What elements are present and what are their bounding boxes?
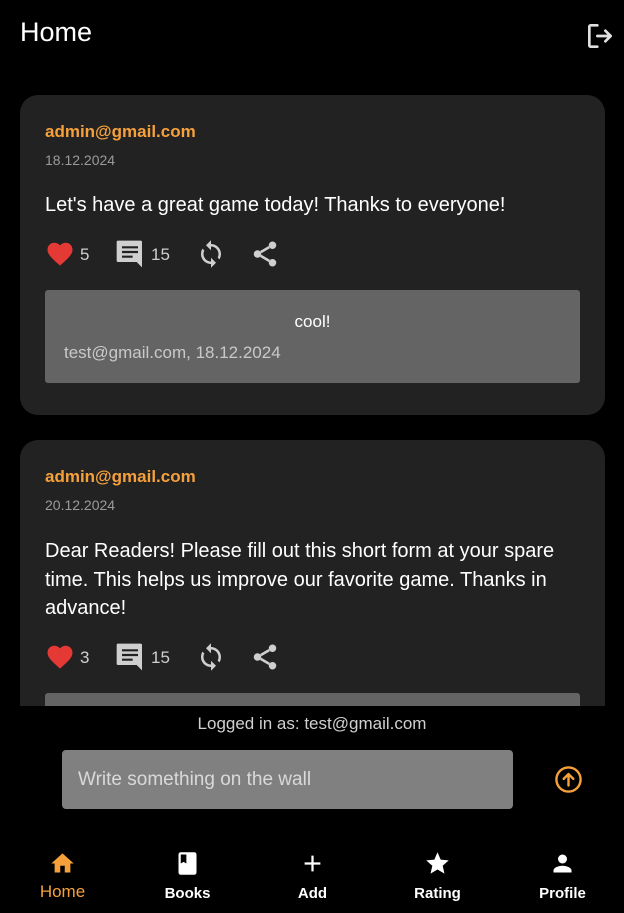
person-icon [553, 854, 572, 873]
post-author[interactable]: admin@gmail.com [45, 467, 196, 487]
heart-icon[interactable] [45, 640, 75, 674]
share-icon[interactable] [250, 640, 280, 674]
comment-text: cool! [294, 312, 331, 331]
nav-item-rating[interactable]: Rating [375, 838, 500, 913]
nav-label: Home [39, 882, 86, 901]
post-date: 20.12.2024 [45, 497, 116, 513]
nav-item-home[interactable]: Home [0, 838, 125, 913]
wall-feed[interactable]: admin@gmail.com 18.12.2024 Let's have a … [0, 70, 624, 706]
nav-label: Profile [539, 885, 586, 902]
comment-box [45, 693, 580, 706]
comment-icon[interactable] [114, 640, 146, 674]
home-icon [51, 853, 74, 873]
comment-count: 15 [151, 245, 170, 264]
wall-post-input[interactable] [62, 750, 513, 809]
repost-icon[interactable] [196, 640, 226, 674]
post-card: admin@gmail.com 20.12.2024 Dear Readers!… [20, 440, 605, 706]
nav-item-add[interactable]: Add [250, 838, 375, 913]
post-actions: 3 15 [45, 640, 305, 674]
share-icon[interactable] [250, 237, 280, 271]
plus-icon [304, 855, 321, 872]
bottom-nav: Home Books Add Rating Profile [0, 838, 624, 913]
like-count: 3 [80, 648, 90, 667]
star-icon [426, 852, 449, 874]
comment-count: 15 [151, 648, 170, 667]
post-author[interactable]: admin@gmail.com [45, 122, 196, 142]
arrow-up-circle-icon[interactable] [554, 765, 583, 794]
post-message: Let's have a great game today! Thanks to… [45, 194, 506, 216]
logout-icon[interactable] [584, 20, 616, 52]
nav-item-profile[interactable]: Profile [500, 838, 624, 913]
comment-icon[interactable] [114, 237, 146, 271]
nav-item-books[interactable]: Books [125, 838, 250, 913]
page-title: Home [20, 17, 93, 47]
heart-icon[interactable] [45, 237, 75, 271]
post-card: admin@gmail.com 18.12.2024 Let's have a … [20, 95, 605, 415]
comment-meta: test@gmail.com, 18.12.2024 [64, 343, 281, 362]
nav-label: Add [297, 885, 328, 902]
like-count: 5 [80, 245, 90, 264]
comment-box: cool! test@gmail.com, 18.12.2024 [45, 290, 580, 383]
post-message: Dear Readers! Please fill out this short… [45, 540, 555, 619]
book-icon [178, 852, 197, 875]
repost-icon[interactable] [196, 237, 226, 271]
logged-in-status: Logged in as: test@gmail.com [197, 714, 427, 733]
nav-label: Books [164, 885, 211, 902]
app-bar: Home [0, 0, 624, 70]
post-actions: 5 15 [45, 237, 305, 271]
nav-label: Rating [414, 885, 461, 902]
post-date: 18.12.2024 [45, 152, 116, 168]
